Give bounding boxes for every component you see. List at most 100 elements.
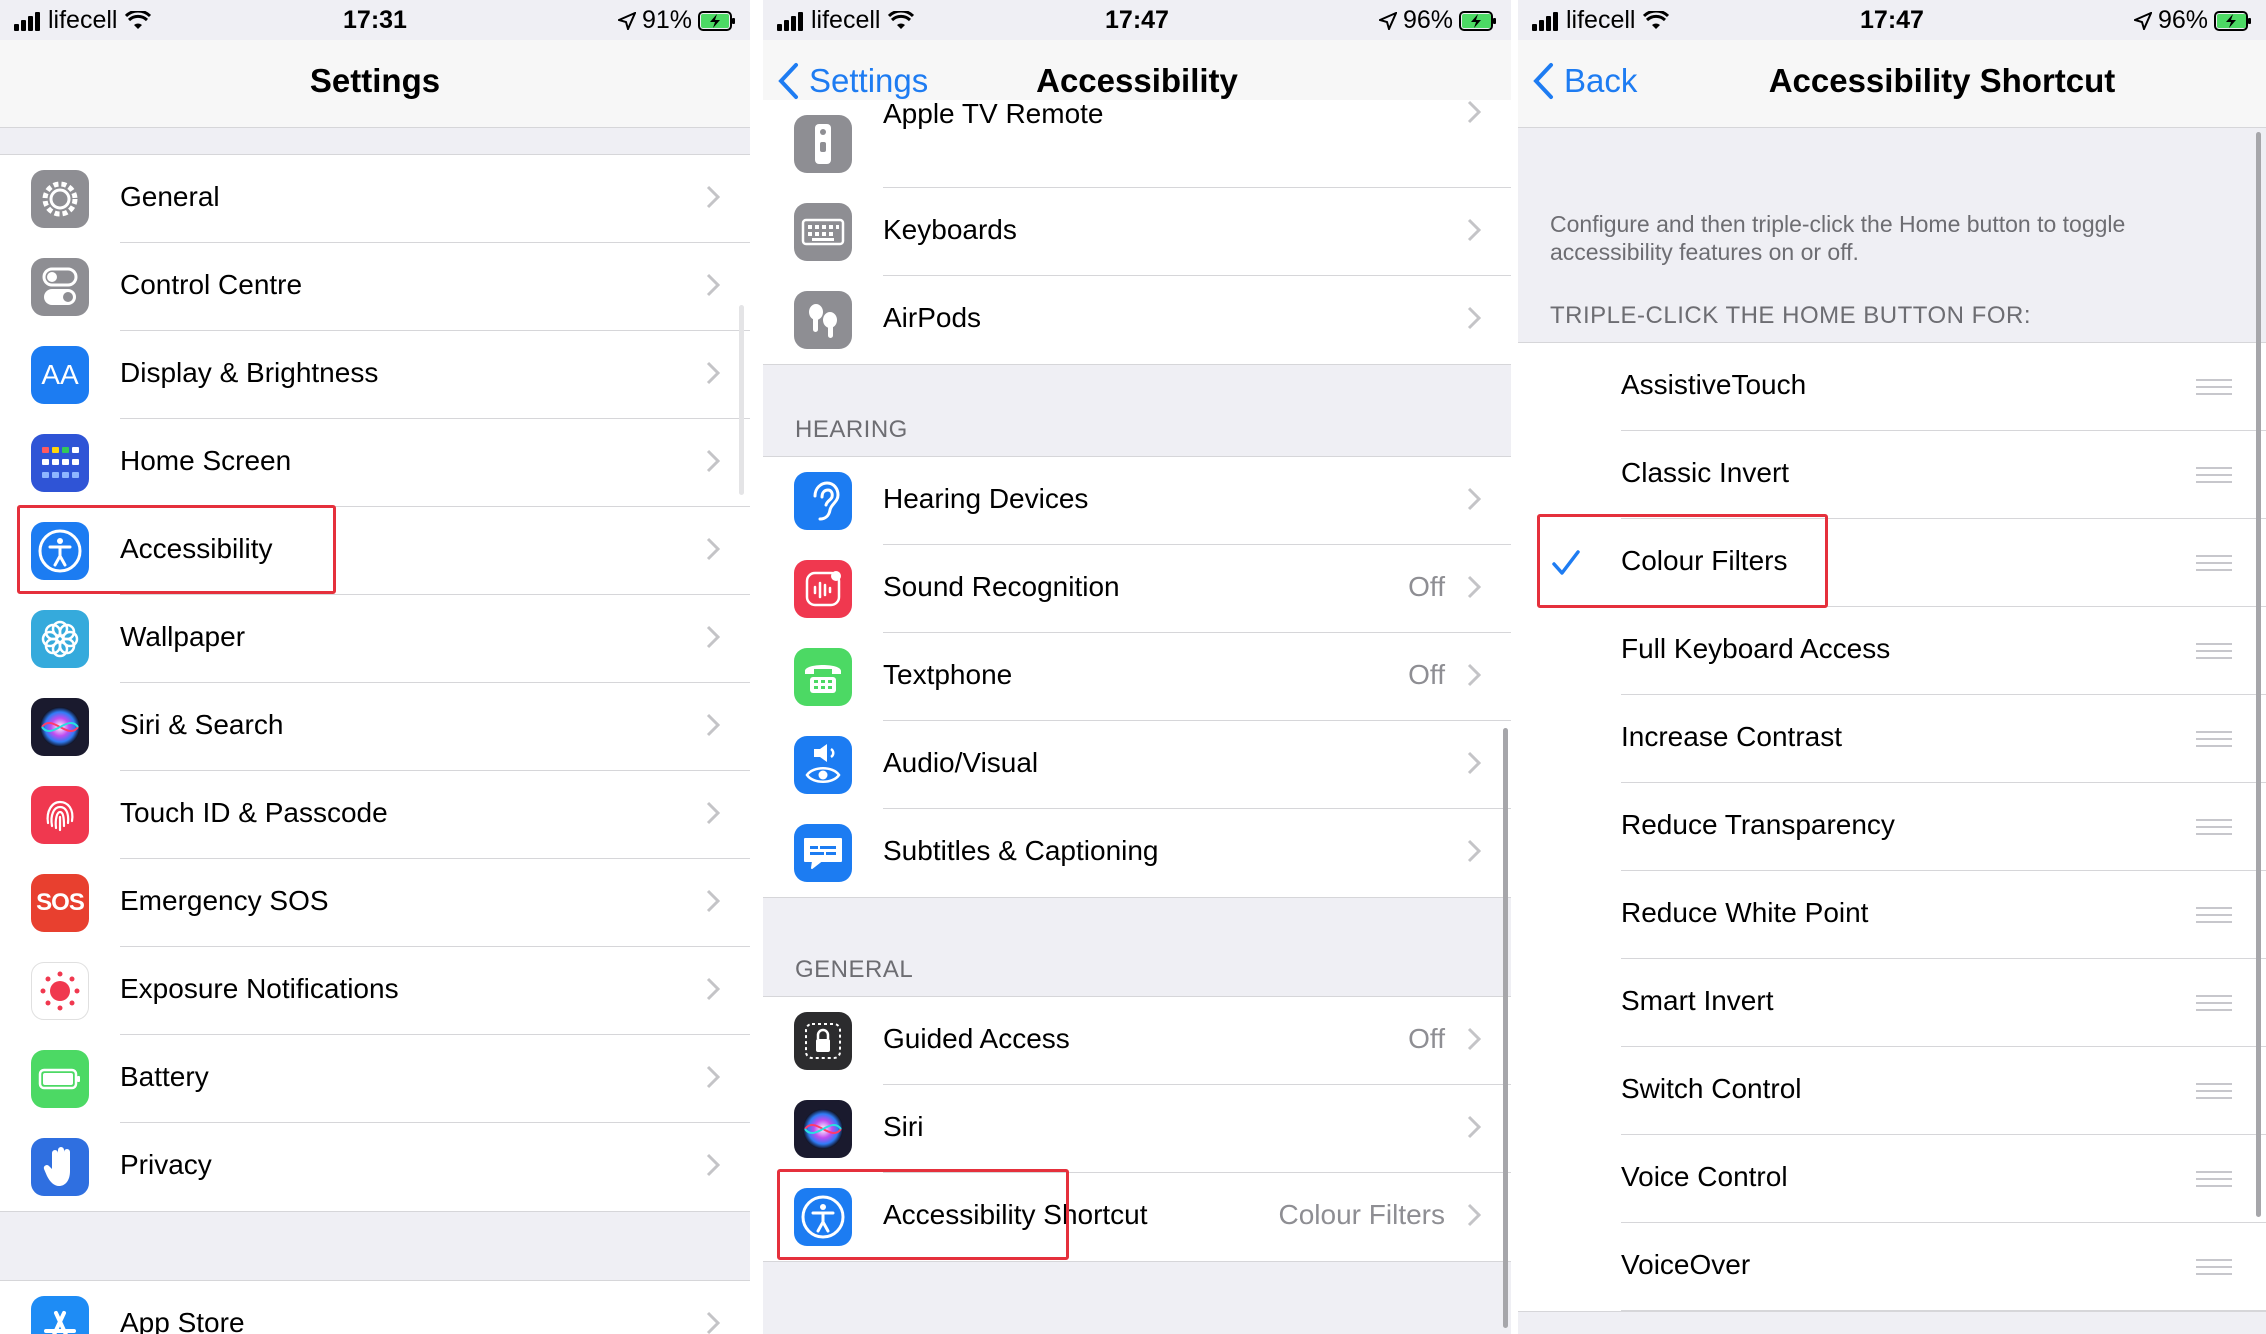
settings-item-label: Accessibility: [120, 533, 273, 564]
shortcut-option-switch-control[interactable]: Switch Control: [1518, 1047, 2266, 1135]
shortcut-option-colour-filters[interactable]: Colour Filters: [1518, 519, 2266, 607]
flower-icon: [31, 610, 89, 668]
chevron-right-icon: [706, 889, 720, 913]
battery-percent: 91%: [641, 6, 692, 34]
shortcut-option-voice-control[interactable]: Voice Control: [1518, 1135, 2266, 1223]
battery-percent: 96%: [2157, 6, 2208, 34]
accessibility-item-textphone[interactable]: Textphone Off: [763, 633, 1511, 721]
settings-list-store: App Store: [0, 1280, 750, 1334]
chevron-right-icon: [706, 185, 720, 209]
app-grid-icon: [31, 434, 89, 492]
shortcut-option-label: Reduce Transparency: [1621, 809, 1895, 840]
shortcut-option-label: AssistiveTouch: [1621, 369, 1807, 400]
settings-item-exposure-notifications[interactable]: Exposure Notifications: [0, 947, 750, 1035]
settings-item-app-store[interactable]: App Store: [0, 1281, 750, 1334]
battery-charging-icon: [1459, 10, 1496, 31]
battery-charging-icon: [698, 10, 735, 31]
chevron-right-icon: [706, 801, 720, 825]
general-list: Guided Access Off Siri Accessibility Sho…: [763, 996, 1511, 1262]
location-arrow-icon: [1378, 11, 1397, 30]
nav-bar: Back Accessibility Shortcut: [1518, 40, 2266, 128]
accessibility-item-label: Audio/Visual: [883, 747, 1039, 778]
chevron-right-icon: [1467, 1115, 1481, 1139]
scrollbar[interactable]: [1503, 728, 1508, 1328]
settings-item-label: Exposure Notifications: [120, 973, 399, 1004]
reorder-handle-icon[interactable]: [2196, 819, 2232, 835]
shortcut-option-increase-contrast[interactable]: Increase Contrast: [1518, 695, 2266, 783]
accessibility-item-label: Subtitles & Captioning: [883, 835, 1159, 866]
shortcut-option-voiceover[interactable]: VoiceOver: [1518, 1223, 2266, 1311]
reorder-handle-icon[interactable]: [2196, 995, 2232, 1011]
reorder-handle-icon[interactable]: [2196, 1083, 2232, 1099]
siri-icon: [794, 1100, 852, 1158]
settings-item-label: Display & Brightness: [120, 357, 379, 388]
shortcut-option-assistivetouch[interactable]: AssistiveTouch: [1518, 343, 2266, 431]
reorder-handle-icon[interactable]: [2196, 907, 2232, 923]
accessibility-item-label: Sound Recognition: [883, 571, 1120, 602]
sos-icon: SOS: [31, 874, 89, 932]
settings-list: General Control Centre AA Display & Brig…: [0, 154, 750, 1212]
settings-item-label: Home Screen: [120, 445, 292, 476]
settings-item-privacy[interactable]: Privacy: [0, 1123, 750, 1211]
accessibility-item-value: Off: [1408, 1023, 1445, 1054]
settings-item-emergency-sos[interactable]: SOS Emergency SOS: [0, 859, 750, 947]
shortcut-option-label: Full Keyboard Access: [1621, 633, 1891, 664]
accessibility-person-icon: [794, 1188, 852, 1246]
shortcut-option-label: Increase Contrast: [1621, 721, 1842, 752]
scrollbar[interactable]: [2256, 132, 2261, 1217]
reorder-handle-icon[interactable]: [2196, 731, 2232, 747]
settings-item-control-centre[interactable]: Control Centre: [0, 243, 750, 331]
settings-item-wallpaper[interactable]: Wallpaper: [0, 595, 750, 683]
chevron-right-icon: [1467, 575, 1481, 599]
reorder-handle-icon[interactable]: [2196, 555, 2232, 571]
settings-item-label: General: [120, 181, 220, 212]
settings-screen: lifecell 17:31 91% Settings General Cont…: [0, 0, 750, 1334]
reorder-handle-icon[interactable]: [2196, 467, 2232, 483]
accessibility-item-label: Textphone: [883, 659, 1013, 690]
shortcut-option-reduce-transparency[interactable]: Reduce Transparency: [1518, 783, 2266, 871]
status-bar: lifecell 17:31 91%: [0, 0, 750, 40]
settings-item-siri-search[interactable]: Siri & Search: [0, 683, 750, 771]
text-size-icon: AA: [31, 346, 89, 404]
app-store-icon: [31, 1296, 89, 1334]
settings-item-battery[interactable]: Battery: [0, 1035, 750, 1123]
accessibility-item-sound-recognition[interactable]: Sound Recognition Off: [763, 545, 1511, 633]
accessibility-item-siri[interactable]: Siri: [763, 1085, 1511, 1173]
chevron-right-icon: [706, 1311, 720, 1334]
scrollbar[interactable]: [739, 305, 744, 495]
accessibility-item-guided-access[interactable]: Guided Access Off: [763, 997, 1511, 1085]
shortcut-option-full-keyboard-access[interactable]: Full Keyboard Access: [1518, 607, 2266, 695]
chevron-right-icon: [1467, 839, 1481, 863]
shortcut-option-classic-invert[interactable]: Classic Invert: [1518, 431, 2266, 519]
accessibility-item-keyboards[interactable]: Keyboards: [763, 188, 1511, 276]
settings-item-label: Emergency SOS: [120, 885, 329, 916]
accessibility-item-subtitles[interactable]: Subtitles & Captioning: [763, 809, 1511, 897]
accessibility-item-airpods[interactable]: AirPods: [763, 276, 1511, 364]
settings-item-label: App Store: [120, 1307, 245, 1334]
accessibility-item-apple-tv-remote[interactable]: Apple TV Remote: [763, 98, 1511, 188]
settings-item-accessibility[interactable]: Accessibility: [0, 507, 750, 595]
settings-item-home-screen[interactable]: Home Screen: [0, 419, 750, 507]
location-arrow-icon: [617, 11, 636, 30]
settings-item-label: Control Centre: [120, 269, 303, 300]
chevron-right-icon: [706, 713, 720, 737]
ear-icon: [794, 472, 852, 530]
settings-item-display-brightness[interactable]: AA Display & Brightness: [0, 331, 750, 419]
shortcut-option-smart-invert[interactable]: Smart Invert: [1518, 959, 2266, 1047]
reorder-handle-icon[interactable]: [2196, 643, 2232, 659]
settings-item-touch-id[interactable]: Touch ID & Passcode: [0, 771, 750, 859]
shortcut-option-reduce-white-point[interactable]: Reduce White Point: [1518, 871, 2266, 959]
settings-item-general[interactable]: General: [0, 155, 750, 243]
accessibility-item-label: Keyboards: [883, 214, 1017, 245]
reorder-handle-icon[interactable]: [2196, 379, 2232, 395]
reorder-handle-icon[interactable]: [2196, 1171, 2232, 1187]
section-header-triple-click: TRIPLE-CLICK THE HOME BUTTON FOR:: [1550, 302, 2031, 329]
reorder-handle-icon[interactable]: [2196, 1259, 2232, 1275]
accessibility-item-label: Hearing Devices: [883, 483, 1089, 514]
accessibility-item-label: Accessibility Shortcut: [883, 1199, 1148, 1230]
accessibility-item-accessibility-shortcut[interactable]: Accessibility Shortcut Colour Filters: [763, 1173, 1511, 1261]
accessibility-item-hearing-devices[interactable]: Hearing Devices: [763, 457, 1511, 545]
page-title: Accessibility: [1036, 62, 1238, 99]
status-bar: lifecell 17:47 96%: [763, 0, 1511, 40]
accessibility-item-audio-visual[interactable]: Audio/Visual: [763, 721, 1511, 809]
